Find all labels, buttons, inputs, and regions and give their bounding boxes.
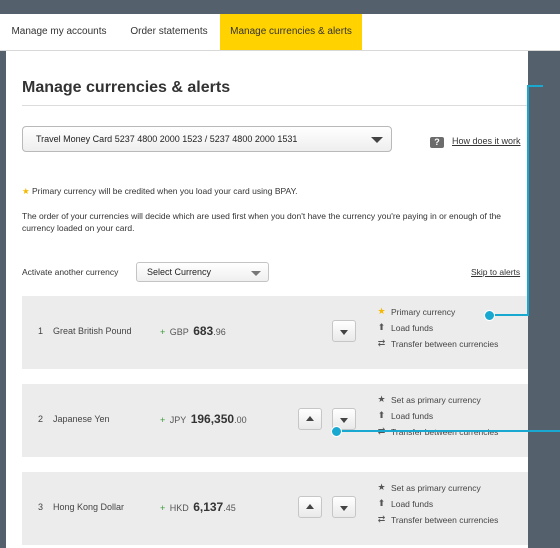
balance-plus: + [160, 327, 166, 337]
move-down-button[interactable] [332, 496, 356, 518]
currency-row: 2 Japanese Yen + JPY 196,350.00 ★ Set as… [22, 384, 528, 457]
callout-dot [484, 310, 495, 321]
balance-cents: .00 [234, 415, 247, 425]
currency-name: Hong Kong Dollar [53, 502, 125, 512]
arrow-up-icon [306, 504, 314, 509]
select-currency-value: Select Currency [147, 267, 212, 277]
balance-whole: 196,350 [190, 412, 235, 426]
upload-icon: ⬆ [377, 410, 386, 420]
callout-line [337, 430, 560, 432]
balance-plus: + [160, 415, 166, 425]
action-label: Primary currency [391, 307, 456, 317]
select-currency-dropdown[interactable]: Select Currency [136, 262, 269, 282]
action-label: Transfer between currencies [391, 339, 499, 349]
callout-line [490, 314, 529, 316]
currency-balance: + HKD 6,137.45 [160, 498, 236, 516]
currency-name: Great British Pound [53, 326, 132, 336]
card-select-dropdown[interactable]: Travel Money Card 5237 4800 2000 1523 / … [22, 126, 392, 152]
currency-row: 1 Great British Pound + GBP 683.96 ★ Pri… [22, 296, 528, 369]
balance-whole: 683 [193, 324, 214, 338]
currency-index: 2 [38, 414, 44, 424]
skip-to-alerts-link[interactable]: Skip to alerts [471, 267, 520, 277]
balance-cents: .45 [223, 503, 236, 513]
chevron-down-icon [251, 271, 261, 276]
tab-manage-currencies-alerts[interactable]: Manage currencies & alerts [220, 14, 362, 50]
chevron-down-icon [371, 137, 383, 143]
tab-bar: Manage my accounts Order statements Mana… [0, 14, 560, 51]
page-title: Manage currencies & alerts [22, 79, 231, 96]
question-icon: ? [430, 137, 444, 148]
star-icon: ★ [377, 482, 386, 492]
balance-plus: + [160, 503, 166, 513]
balance-whole: 6,137 [193, 500, 224, 514]
arrow-down-icon [340, 330, 348, 335]
arrow-up-icon [306, 416, 314, 421]
move-up-button[interactable] [298, 496, 322, 518]
star-icon: ★ [377, 394, 386, 404]
action-label: Load funds [391, 411, 434, 421]
currency-index: 1 [38, 326, 44, 336]
balance-code: GBP [169, 327, 189, 337]
balance-code: JPY [169, 415, 187, 425]
currency-name: Japanese Yen [53, 414, 110, 424]
upload-icon: ⬆ [377, 498, 386, 508]
action-label: Load funds [391, 499, 434, 509]
action-label: Transfer between currencies [391, 427, 499, 437]
card-select-value: Travel Money Card 5237 4800 2000 1523 / … [36, 134, 298, 144]
star-icon: ★ [22, 186, 30, 196]
star-icon: ★ [377, 306, 386, 316]
currency-order-note: The order of your currencies will decide… [22, 211, 502, 233]
primary-currency-note-text: Primary currency will be credited when y… [32, 186, 298, 196]
arrow-down-icon [340, 506, 348, 511]
main-panel: Manage currencies & alerts Travel Money … [6, 51, 528, 548]
action-label: Transfer between currencies [391, 515, 499, 525]
currency-balance: + GBP 683.96 [160, 322, 226, 340]
move-down-button[interactable] [332, 320, 356, 342]
move-up-button[interactable] [298, 408, 322, 430]
balance-cents: .96 [213, 327, 226, 337]
tab-manage-my-accounts[interactable]: Manage my accounts [0, 14, 118, 50]
upload-icon: ⬆ [377, 322, 386, 332]
transfer-icon: ⇄ [377, 338, 386, 348]
callout-line [527, 85, 543, 87]
action-label: Set as primary currency [391, 483, 481, 493]
arrow-down-icon [340, 418, 348, 423]
currency-balance: + JPY 196,350.00 [160, 410, 247, 428]
currency-row: 3 Hong Kong Dollar + HKD 6,137.45 ★ Set … [22, 472, 528, 545]
callout-dot [331, 426, 342, 437]
balance-code: HKD [169, 503, 189, 513]
activate-currency-label: Activate another currency [22, 267, 119, 277]
action-label: Load funds [391, 323, 434, 333]
transfer-icon: ⇄ [377, 514, 386, 524]
callout-line [527, 85, 529, 316]
action-label: Set as primary currency [391, 395, 481, 405]
tab-order-statements[interactable]: Order statements [118, 14, 220, 50]
title-divider [22, 105, 528, 106]
currency-index: 3 [38, 502, 44, 512]
how-does-it-work-link[interactable]: How does it work [452, 136, 521, 146]
activate-currency-row: Activate another currency Select Currenc… [22, 262, 528, 282]
primary-currency-note: ★ Primary currency will be credited when… [22, 185, 298, 197]
